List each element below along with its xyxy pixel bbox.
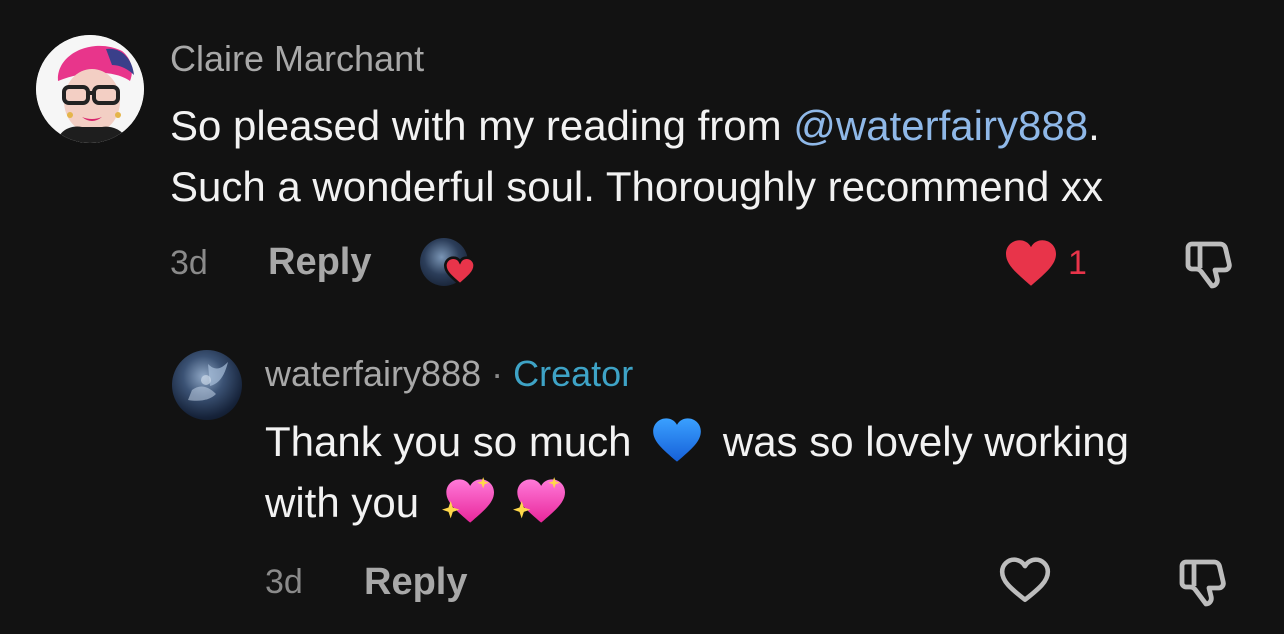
heart-filled-icon — [1006, 240, 1056, 286]
heart-filled-icon — [444, 256, 476, 286]
creator-liked-badge — [420, 238, 478, 290]
reply-button[interactable]: Reply — [268, 240, 371, 284]
reply-author[interactable]: waterfairy888 — [265, 353, 481, 394]
reply-author-line: waterfairy888 · Creator — [265, 352, 633, 396]
thumbs-down-icon — [1185, 241, 1232, 289]
comment-text-line1: So pleased with my reading from @waterfa… — [170, 95, 1100, 156]
reply-text-part: was so lovely working — [722, 418, 1130, 465]
reply-timestamp: 3d — [265, 563, 303, 601]
separator-dot: · — [491, 353, 504, 394]
dislike-button[interactable] — [1182, 236, 1238, 292]
comment-text-line2: Such a wonderful soul. Thoroughly recomm… — [170, 163, 1104, 210]
like-button[interactable] — [998, 556, 1054, 606]
reply-text-line2: with you 💖💖 — [265, 472, 568, 533]
sparkling-heart-icon — [441, 477, 494, 523]
comment-timestamp: 3d — [170, 244, 208, 282]
sparkling-heart-icon — [513, 477, 566, 523]
reply-button[interactable]: Reply — [364, 560, 467, 604]
reply-text-part: with you — [265, 479, 420, 526]
like-count: 1 — [1068, 244, 1087, 282]
creator-badge: Creator — [513, 353, 634, 394]
avatar-waterfairy[interactable] — [172, 350, 242, 420]
thumbs-down-icon — [1179, 559, 1226, 607]
avatar-claire[interactable] — [36, 35, 144, 143]
comment-author[interactable]: Claire Marchant — [170, 37, 424, 81]
reply-text-part: Thank you so much — [265, 418, 632, 465]
blue-heart-icon — [653, 418, 702, 462]
like-button[interactable] — [1003, 238, 1061, 290]
comment-text-part: . — [1088, 102, 1100, 149]
mention-link[interactable]: @waterfairy888 — [793, 102, 1088, 149]
comment-text-part: So pleased with my reading from — [170, 102, 794, 149]
dislike-button[interactable] — [1176, 554, 1232, 610]
reply-text-line1: Thank you so much 💙 was so lovely workin… — [265, 411, 1129, 472]
heart-outline-icon — [999, 557, 1051, 603]
